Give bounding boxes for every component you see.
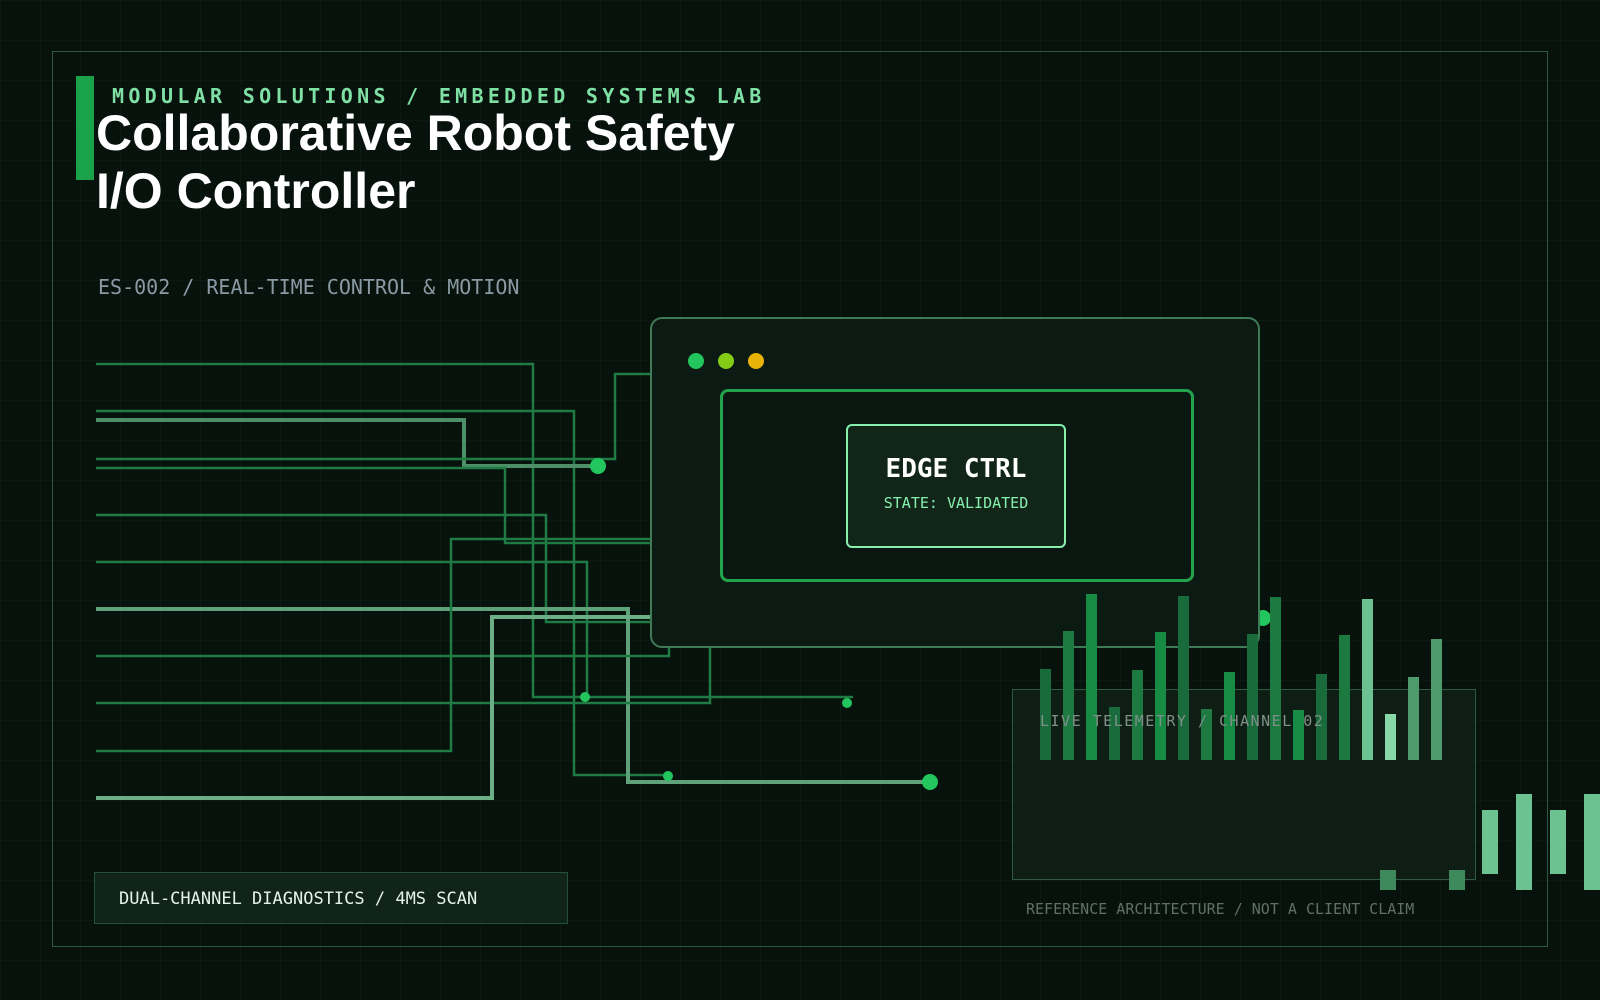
trace-10 — [96, 632, 712, 705]
telemetry-bar — [1408, 677, 1419, 760]
badge-state: STATE: VALIDATED — [883, 494, 1029, 512]
edge-bar — [1482, 810, 1498, 874]
window-dot-green — [688, 353, 704, 369]
trace-12 — [96, 615, 652, 800]
status-badge: EDGE CTRL STATE: VALIDATED — [846, 424, 1066, 548]
telemetry-bar — [1270, 597, 1281, 760]
window-dot-amber — [748, 353, 764, 369]
telemetry-bar — [1086, 594, 1097, 760]
trace-node — [842, 698, 852, 708]
telemetry-bar — [1362, 599, 1373, 760]
telemetry-bar — [1385, 714, 1396, 760]
trace-4 — [96, 372, 652, 461]
trace-node — [590, 458, 606, 474]
telemetry-bar — [1431, 639, 1442, 760]
trace-5 — [96, 466, 652, 545]
telemetry-label: LIVE TELEMETRY / CHANNEL 02 — [1040, 712, 1325, 730]
edge-bar — [1584, 794, 1600, 890]
controller-window: EDGE CTRL STATE: VALIDATED — [650, 317, 1260, 648]
edge-bar — [1516, 794, 1532, 890]
edge-bar — [1449, 870, 1465, 890]
edge-bar — [1380, 870, 1396, 890]
trace-7 — [96, 560, 589, 697]
footnote: REFERENCE ARCHITECTURE / NOT A CLIENT CL… — [1026, 900, 1415, 918]
telemetry-bar — [1063, 631, 1074, 760]
telemetry-bar — [1339, 635, 1350, 760]
trace-9 — [96, 611, 671, 658]
telemetry-bar — [1247, 634, 1258, 760]
trace-node — [663, 771, 673, 781]
trace-6 — [96, 513, 652, 624]
edge-bar — [1550, 810, 1566, 874]
telemetry-bar — [1155, 632, 1166, 760]
window-dot-lime — [718, 353, 734, 369]
diagnostics-box: DUAL-CHANNEL DIAGNOSTICS / 4MS SCAN — [94, 872, 568, 924]
trace-node — [922, 774, 938, 790]
trace-node — [580, 692, 590, 702]
badge-title: EDGE CTRL — [885, 454, 1027, 484]
trace-11 — [96, 537, 652, 753]
diagnostics-label: DUAL-CHANNEL DIAGNOSTICS / 4MS SCAN — [119, 889, 478, 909]
telemetry-bar — [1178, 596, 1189, 760]
controller-screen: EDGE CTRL STATE: VALIDATED — [720, 389, 1194, 582]
